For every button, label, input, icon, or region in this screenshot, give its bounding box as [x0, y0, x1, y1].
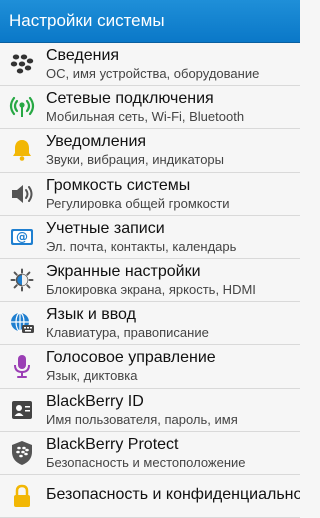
- item-subtitle: Регулировка общей громкости: [46, 195, 230, 211]
- page-header: Настройки системы: [0, 0, 300, 43]
- list-item-blackberry-protect[interactable]: BlackBerry Protect Безопасность и местоп…: [0, 431, 300, 475]
- item-subtitle: Безопасность и местоположение: [46, 454, 246, 470]
- item-title: BlackBerry ID: [46, 392, 144, 410]
- settings-list: Сведения ОС, имя устройства, оборудовани…: [0, 43, 300, 518]
- item-subtitle: ОС, имя устройства, оборудование: [46, 66, 260, 82]
- item-subtitle: Клавиатура, правописание: [46, 325, 209, 341]
- list-item-volume[interactable]: Громкость системы Регулировка общей гром…: [0, 172, 300, 216]
- list-item-voice-control[interactable]: Голосовое управление Язык, диктовка: [0, 345, 300, 389]
- item-subtitle: Звуки, вибрация, индикаторы: [46, 152, 225, 168]
- display-settings-icon: [8, 266, 36, 294]
- list-item-language[interactable]: Язык и ввод Клавиатура, правописание: [0, 302, 300, 346]
- list-item-blackberry-id[interactable]: BlackBerry ID Имя пользователя, пароль, …: [0, 388, 300, 432]
- item-subtitle: Язык, диктовка: [46, 368, 138, 384]
- id-card-icon: [8, 396, 36, 424]
- language-globe-icon: [8, 309, 36, 337]
- item-subtitle: Блокировка экрана, яркость, HDMI: [46, 282, 256, 298]
- microphone-icon: [8, 352, 36, 380]
- bell-icon: [8, 136, 36, 164]
- list-item-notifications[interactable]: Уведомления Звуки, вибрация, индикаторы: [0, 129, 300, 173]
- list-item-network[interactable]: Сетевые подключения Мобильная сеть, Wi-F…: [0, 86, 300, 130]
- item-title: Экранные настройки: [46, 263, 201, 281]
- svg-text:@: @: [16, 230, 28, 244]
- item-title: Уведомления: [46, 133, 147, 151]
- item-subtitle: Мобильная сеть, Wi-Fi, Bluetooth: [46, 109, 245, 125]
- item-title: Сведения: [46, 47, 120, 65]
- item-title: Учетные записи: [46, 219, 165, 237]
- speaker-icon: [8, 180, 36, 208]
- item-title: Громкость системы: [46, 176, 191, 194]
- item-subtitle: Имя пользователя, пароль, имя: [46, 411, 238, 427]
- item-title: Сетевые подключения: [46, 90, 214, 108]
- item-title: Голосовое управление: [46, 349, 216, 367]
- blackberry-logo-icon: [8, 50, 36, 78]
- item-title: Язык и ввод: [46, 306, 136, 324]
- network-signal-icon: [8, 93, 36, 121]
- item-subtitle: Эл. почта, контакты, календарь: [46, 238, 237, 254]
- list-item-about[interactable]: Сведения ОС, имя устройства, оборудовани…: [0, 43, 300, 87]
- page-title: Настройки системы: [9, 11, 165, 30]
- item-title: BlackBerry Protect: [46, 435, 179, 453]
- lock-icon: [8, 482, 36, 510]
- list-item-accounts[interactable]: @ Учетные записи Эл. почта, контакты, ка…: [0, 215, 300, 259]
- account-icon: @: [8, 223, 36, 251]
- shield-icon: [8, 439, 36, 467]
- item-title: Безопасность и конфиденциальность: [46, 486, 300, 504]
- list-item-security-privacy[interactable]: Безопасность и конфиденциальность: [0, 474, 300, 518]
- list-item-display[interactable]: Экранные настройки Блокировка экрана, яр…: [0, 258, 300, 303]
